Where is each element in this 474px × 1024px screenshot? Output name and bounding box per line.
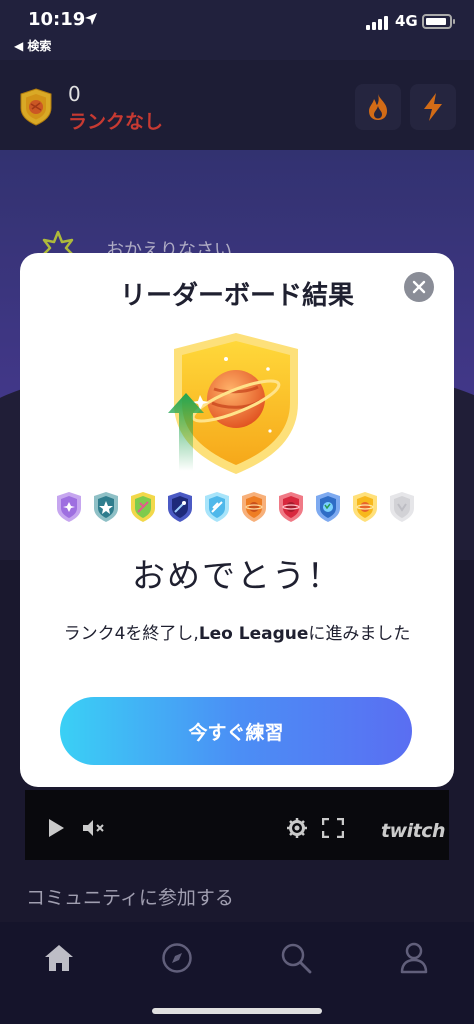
message-prefix: ランク4を終了し, <box>63 624 199 644</box>
battery-icon <box>422 14 455 29</box>
result-message: ランク4を終了し,Leo Leagueに進みました <box>60 618 414 650</box>
location-arrow-icon <box>85 13 97 25</box>
status-time: 10:19 <box>28 9 86 30</box>
shield-rank-10-icon <box>390 492 414 522</box>
signal-strength-icon <box>366 16 388 30</box>
message-suffix: に進みました <box>308 624 411 644</box>
rank-up-arrow-icon <box>168 393 204 471</box>
shield-rank-8-icon <box>316 492 340 522</box>
close-button[interactable] <box>404 272 434 302</box>
shield-rank-5-icon <box>205 492 229 522</box>
practice-now-button[interactable]: 今すぐ練習 <box>60 697 412 765</box>
shield-rank-3-icon <box>131 492 155 522</box>
practice-now-label: 今すぐ練習 <box>188 721 284 744</box>
status-bar: 10:19 ◀ 検索 4G <box>0 0 474 60</box>
leaderboard-result-modal: リーダーボード結果 おめでとう！ ランク4を終了し,Leo Leagueに進みま… <box>20 253 454 787</box>
back-to-search-link[interactable]: ◀ 検索 <box>14 37 51 54</box>
league-name: Leo League <box>198 624 309 644</box>
modal-title: リーダーボード結果 <box>119 281 354 311</box>
shield-rank-9-icon <box>353 492 377 522</box>
shield-rank-7-icon <box>279 492 303 522</box>
close-icon <box>412 280 426 294</box>
congratulations-text: おめでとう！ <box>132 556 342 595</box>
rank-shield-row <box>56 491 420 525</box>
shield-rank-2-icon <box>94 492 118 522</box>
network-type: 4G <box>395 12 418 30</box>
shield-rank-1-icon <box>57 492 81 522</box>
shield-rank-6-icon <box>242 492 266 522</box>
shield-rank-4-icon <box>168 492 192 522</box>
